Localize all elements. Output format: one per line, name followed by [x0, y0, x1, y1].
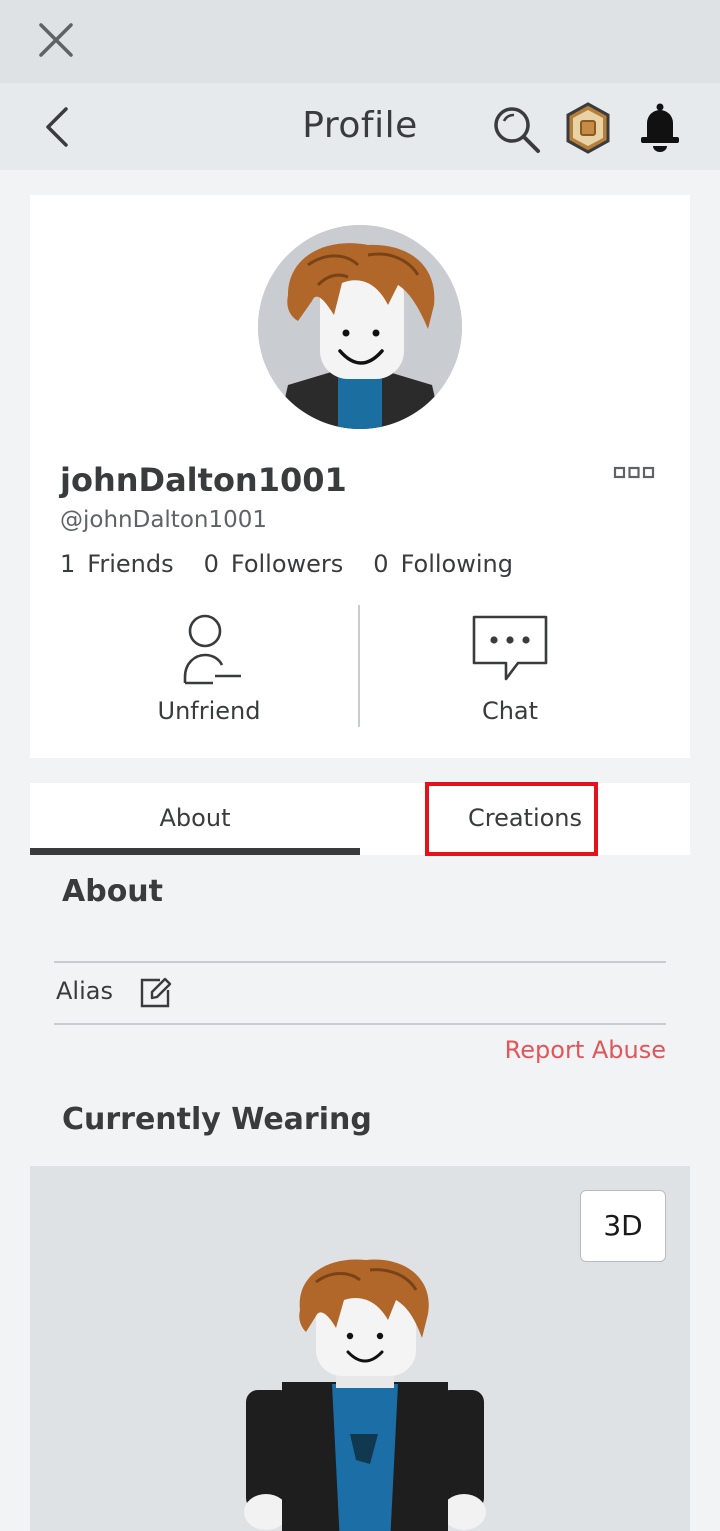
followers-label: Followers: [230, 550, 344, 578]
following-label: Following: [400, 550, 513, 578]
username: @johnDalton1001: [60, 507, 268, 533]
following-count: 0: [373, 550, 389, 578]
avatar-image: [258, 225, 462, 429]
top-bar: [0, 0, 720, 83]
chat-button[interactable]: Chat: [410, 613, 610, 725]
chat-label: Chat: [481, 697, 539, 725]
header: Profile: [0, 83, 720, 170]
display-name: johnDalton1001: [60, 461, 347, 499]
currently-wearing-heading: Currently Wearing: [62, 1102, 372, 1137]
more-options-icon[interactable]: [612, 463, 656, 483]
unfriend-button[interactable]: Unfriend: [109, 613, 309, 725]
friends-count: 1: [60, 550, 76, 578]
bell-icon[interactable]: [636, 101, 684, 155]
profile-stats: 1 Friends 0 Followers 0 Following: [60, 550, 513, 578]
divider: [54, 1023, 666, 1025]
close-icon[interactable]: [36, 20, 76, 60]
alias-label: Alias: [56, 977, 113, 1005]
robux-icon[interactable]: [562, 101, 614, 155]
avatar-preview: 3D: [30, 1166, 690, 1531]
following-stat[interactable]: 0 Following: [373, 550, 513, 578]
view-3d-button[interactable]: 3D: [580, 1190, 666, 1262]
search-icon[interactable]: [490, 103, 542, 155]
friends-stat[interactable]: 1 Friends: [60, 550, 174, 578]
followers-stat[interactable]: 0 Followers: [204, 550, 344, 578]
friends-label: Friends: [87, 550, 174, 578]
edit-icon[interactable]: [138, 976, 172, 1010]
about-heading: About: [62, 874, 164, 909]
divider: [54, 961, 666, 963]
creations-highlight: [425, 782, 598, 856]
action-divider: [358, 605, 360, 727]
unfriend-label: Unfriend: [157, 697, 261, 725]
profile-card: johnDalton1001 @johnDalton1001 1 Friends…: [30, 195, 690, 758]
chat-bubble-icon: [472, 615, 548, 681]
tab-about[interactable]: About: [30, 783, 360, 855]
avatar[interactable]: [258, 225, 462, 429]
avatar-figure: [244, 1259, 486, 1531]
report-abuse-link[interactable]: Report Abuse: [505, 1036, 666, 1064]
unfriend-icon: [183, 614, 241, 685]
followers-count: 0: [203, 550, 219, 578]
